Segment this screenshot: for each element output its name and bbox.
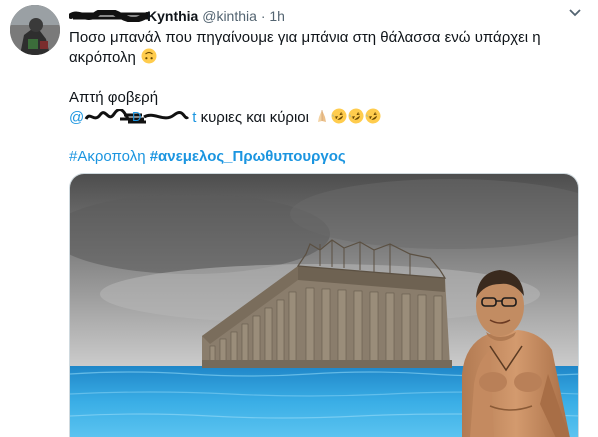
hashtag-link-1[interactable]: #Ακροπολη bbox=[69, 148, 146, 165]
hashtag-link-2[interactable]: #ανεμελος_Πρωθυπουργος bbox=[150, 148, 346, 165]
avatar[interactable] bbox=[10, 5, 60, 55]
redaction-scribble: D bbox=[84, 109, 192, 125]
author-handle[interactable]: @kinthia bbox=[202, 8, 257, 24]
tweet-line-1: Ποσο μπανάλ που πηγαίνουμε για μπάνια στ… bbox=[69, 29, 541, 46]
rofl-emoji bbox=[348, 108, 364, 124]
hashtags: #Ακροπολη #ανεμελος_Πρωθυπουργος bbox=[69, 147, 346, 167]
tweet-time[interactable]: 1h bbox=[269, 8, 285, 24]
tweet-header: Kynthia @kinthia · 1h bbox=[69, 7, 285, 25]
folded-hands-emoji bbox=[314, 108, 330, 124]
separator-dot: · bbox=[260, 8, 266, 24]
tweet-line-2: ακρόπολη bbox=[69, 48, 569, 68]
upside-down-face-emoji bbox=[141, 48, 157, 64]
author-name[interactable]: Kynthia bbox=[147, 8, 198, 24]
mention-suffix: t bbox=[192, 109, 197, 126]
chevron-down-icon[interactable] bbox=[566, 6, 584, 20]
tweet[interactable]: Kynthia @kinthia · 1h Ποσο μπανάλ που πη… bbox=[0, 0, 598, 437]
mention-link[interactable]: @ D t bbox=[69, 109, 201, 126]
tweet-line-4-text: κυριες και κύριοι bbox=[200, 109, 309, 126]
tweet-media-image[interactable] bbox=[69, 173, 579, 437]
mention-prefix: @ bbox=[69, 109, 85, 126]
tweet-line-2-text: ακρόπολη bbox=[69, 49, 136, 66]
tweet-text: Ποσο μπανάλ που πηγαίνουμε για μπάνια στ… bbox=[69, 28, 569, 128]
svg-text:D: D bbox=[132, 109, 141, 124]
tweet-line-3: Απτή φοβερή bbox=[69, 89, 159, 106]
rofl-emoji bbox=[365, 108, 381, 124]
rofl-emoji bbox=[331, 108, 347, 124]
tweet-line-4: @ D t κυριες και κύριοι bbox=[69, 108, 569, 128]
